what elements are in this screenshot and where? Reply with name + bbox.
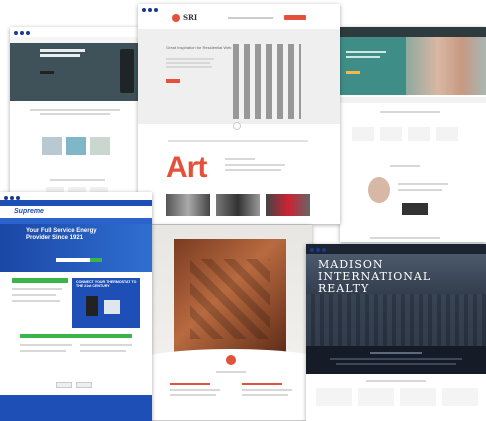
art-heading: Art xyxy=(166,151,207,184)
window-controls xyxy=(14,31,30,35)
footer xyxy=(0,395,152,421)
supreme-energy-site-window: Supreme Your Full Service Energy Provide… xyxy=(0,192,152,421)
footer-button[interactable] xyxy=(56,382,72,388)
sri-logo xyxy=(172,14,180,22)
service-column[interactable] xyxy=(442,388,478,406)
contact-button[interactable] xyxy=(284,15,306,20)
sidebar-header xyxy=(12,278,68,283)
service-column xyxy=(352,127,374,141)
section-icon xyxy=(226,355,236,365)
nav-menu xyxy=(228,17,273,19)
testimonial-photo xyxy=(368,177,390,203)
family-site-window xyxy=(340,27,486,242)
hero-input[interactable] xyxy=(56,258,90,262)
hero-text: Great Inspiration for Residential Web xyxy=(166,45,232,50)
scroll-indicator[interactable] xyxy=(233,122,241,130)
section-header xyxy=(20,334,132,338)
feature-card[interactable] xyxy=(66,137,86,155)
service-column xyxy=(436,127,458,141)
hero-button[interactable] xyxy=(346,71,360,74)
window-controls xyxy=(4,196,20,200)
section-tabs xyxy=(168,140,308,142)
service-column[interactable] xyxy=(316,388,352,406)
hero-headline: Your Full Service Energy Provider Since … xyxy=(26,228,97,241)
window-controls xyxy=(310,248,326,252)
madison-realty-site-window: MADISON INTERNATIONAL REALTY xyxy=(306,244,486,421)
window-controls xyxy=(142,8,158,12)
sri-logo-text: SRI xyxy=(183,13,198,22)
hero-submit-button[interactable] xyxy=(90,258,102,262)
gallery-image[interactable] xyxy=(216,194,260,216)
service-column[interactable] xyxy=(358,388,394,406)
sri-site-window: SRI Great Inspiration for Residential We… xyxy=(138,4,340,224)
building-image xyxy=(306,294,486,346)
hero-headline xyxy=(40,49,85,52)
site-nav xyxy=(340,27,486,37)
phone-image xyxy=(120,49,134,93)
hero-button[interactable] xyxy=(40,71,54,74)
feature-card[interactable] xyxy=(90,137,110,155)
about-section xyxy=(306,346,486,374)
hero-photo xyxy=(406,37,486,95)
gallery-image[interactable] xyxy=(266,194,310,216)
service-column[interactable] xyxy=(400,388,436,406)
sculpture-detail xyxy=(190,259,270,339)
hero-button[interactable] xyxy=(166,79,180,83)
artwork-image xyxy=(233,44,301,119)
service-column xyxy=(408,127,430,141)
service-column xyxy=(380,127,402,141)
madison-title-line3: REALTY xyxy=(318,282,370,295)
supreme-logo: Supreme xyxy=(14,208,44,215)
thermostat-image xyxy=(104,300,120,314)
partner-logos-strip xyxy=(340,97,486,103)
art-sculpture-site-window xyxy=(150,225,312,420)
healthcare-site-window xyxy=(10,27,140,197)
gallery-image[interactable] xyxy=(166,194,210,216)
footer-button[interactable] xyxy=(76,382,92,388)
promo-headline: CONNECT YOUR THERMOSTAT TO THE 21st CENT… xyxy=(76,280,137,289)
hero-headline xyxy=(40,54,80,57)
video-thumbnail[interactable] xyxy=(402,203,428,215)
top-bar xyxy=(0,200,152,206)
phone-image xyxy=(86,296,98,316)
feature-card[interactable] xyxy=(42,137,62,155)
